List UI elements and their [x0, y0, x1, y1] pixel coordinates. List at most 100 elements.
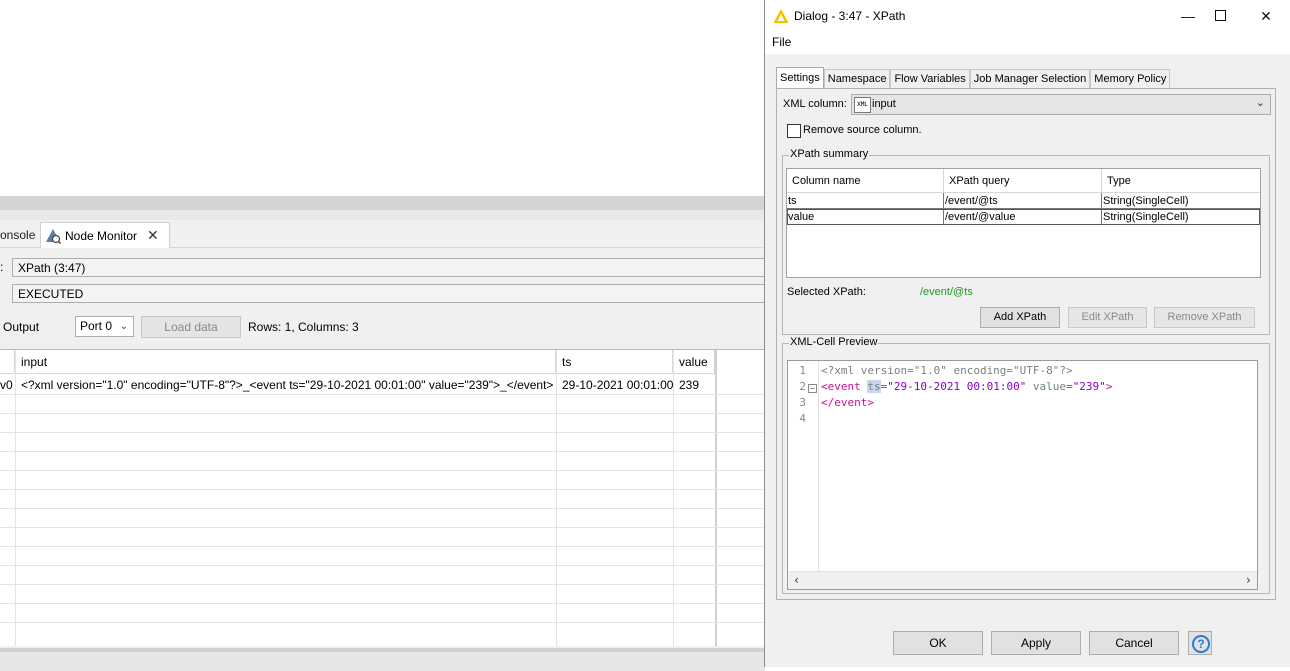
- row-line: [0, 546, 765, 547]
- remove-source-label[interactable]: Remove source column.: [803, 124, 922, 136]
- line-number-gutter: 1 2 − 3 4: [788, 361, 819, 573]
- menu-file[interactable]: File: [772, 35, 791, 49]
- close-icon[interactable]: ✕: [1255, 6, 1277, 26]
- code-line-3: </event>: [821, 396, 874, 409]
- horizontal-scrollbar[interactable]: ‹ ›: [788, 571, 1257, 589]
- code-tag-close: >: [1105, 380, 1113, 393]
- tab-memory-policy[interactable]: Memory Policy: [1090, 69, 1171, 89]
- settings-panel: XML column: XML input ⌄ Remove source co…: [776, 88, 1276, 600]
- chevron-down-icon: ⌄: [1255, 97, 1265, 109]
- xpath-header-type[interactable]: Type: [1102, 169, 1260, 193]
- tab-namespace[interactable]: Namespace: [823, 69, 891, 89]
- xpath-summary-title: XPath summary: [789, 148, 870, 160]
- table-header-ts[interactable]: ts: [556, 350, 673, 374]
- tab-console[interactable]: onsole: [0, 228, 35, 242]
- selected-row-outline: [787, 209, 1260, 225]
- line-number: 4: [799, 412, 806, 425]
- splitter[interactable]: [0, 196, 765, 210]
- code-line-2: <event ts="29-10-2021 00:01:00" value="2…: [821, 379, 1112, 395]
- data-table[interactable]: input ts value v0 <?xml version="1.0" en…: [0, 349, 765, 646]
- node-field-label: :: [0, 260, 4, 274]
- scroll-right-icon[interactable]: ›: [1245, 572, 1252, 589]
- dialog-titlebar[interactable]: Dialog - 3:47 - XPath — ✕: [765, 0, 1290, 32]
- row-line: [0, 413, 765, 414]
- table-header-rowid[interactable]: [0, 350, 15, 374]
- minimize-icon[interactable]: —: [1177, 6, 1199, 26]
- xml-column-label: XML column:: [783, 98, 847, 110]
- line-number: 3: [799, 396, 806, 409]
- xpath-summary-group: XPath summary Column name XPath query Ty…: [782, 148, 1270, 335]
- xpath-cell-name[interactable]: ts: [787, 193, 944, 209]
- table-cell-rowid[interactable]: v0: [0, 376, 15, 394]
- tab-node-monitor-label: Node Monitor: [65, 228, 138, 243]
- selected-xpath-value: /event/@ts: [920, 286, 973, 298]
- scroll-left-icon[interactable]: ‹: [793, 572, 800, 589]
- close-icon[interactable]: ✕: [147, 227, 159, 244]
- line-number: 1: [799, 364, 806, 377]
- row-line: [0, 470, 765, 471]
- tab-job-manager-selection[interactable]: Job Manager Selection: [969, 69, 1091, 89]
- xpath-dialog: Dialog - 3:47 - XPath — ✕ File Settings …: [764, 0, 1290, 667]
- code-val-value: "239": [1072, 380, 1106, 393]
- row-line: [0, 432, 765, 433]
- rows-info: Rows: 1, Columns: 3: [248, 320, 359, 334]
- port-select-value: Port 0: [80, 319, 113, 333]
- table-cell-ts[interactable]: 29-10-2021 00:01:00: [556, 376, 673, 394]
- help-button[interactable]: ?: [1188, 631, 1212, 655]
- tab-flow-variables[interactable]: Flow Variables: [890, 69, 970, 89]
- row-line: [0, 584, 765, 585]
- xpath-summary-table[interactable]: Column name XPath query Type ts /event/@…: [786, 168, 1261, 278]
- xpath-header-query[interactable]: XPath query: [944, 169, 1102, 193]
- load-data-button[interactable]: Load data: [141, 316, 241, 338]
- port-select[interactable]: Port 0 ⌄: [75, 316, 134, 337]
- row-line: [0, 527, 765, 528]
- row-line: [0, 451, 765, 452]
- table-header-input[interactable]: input: [15, 350, 556, 374]
- xpath-cell-type[interactable]: String(SingleCell): [1102, 193, 1260, 209]
- ok-button[interactable]: OK: [893, 631, 983, 655]
- row-line: [0, 565, 765, 566]
- edit-xpath-button[interactable]: Edit XPath: [1068, 307, 1147, 328]
- dialog-tabs: Settings Namespace Flow Variables Job Ma…: [776, 67, 1171, 89]
- dialog-title: Dialog - 3:47 - XPath: [794, 9, 906, 23]
- tab-node-monitor[interactable]: Node Monitor ✕: [40, 222, 170, 248]
- row-line: [0, 622, 765, 623]
- apply-button[interactable]: Apply: [991, 631, 1081, 655]
- remove-xpath-button[interactable]: Remove XPath: [1154, 307, 1255, 328]
- fold-collapse-icon[interactable]: −: [808, 384, 817, 393]
- maximize-icon[interactable]: [1209, 6, 1231, 26]
- row-line: [0, 603, 765, 604]
- tab-settings[interactable]: Settings: [776, 67, 824, 89]
- xml-column-type-icon: XML: [854, 97, 871, 113]
- row-line: [0, 489, 765, 490]
- splitter-shadow: [0, 210, 765, 220]
- output-label: Output: [3, 320, 40, 334]
- line-number: 2: [799, 380, 806, 393]
- cancel-button[interactable]: Cancel: [1089, 631, 1179, 655]
- help-icon: ?: [1192, 635, 1210, 653]
- xml-column-select[interactable]: XML input ⌄: [851, 94, 1271, 115]
- code-eq: =: [1066, 380, 1073, 393]
- xml-column-value: input: [872, 98, 896, 110]
- xml-preview-group: XML-Cell Preview 1 2 − 3 4 <?xml version…: [782, 336, 1270, 594]
- code-attr-value: value: [1026, 380, 1067, 393]
- code-line-1: <?xml version="1.0" encoding="UTF-8"?>: [821, 364, 1073, 377]
- add-xpath-button[interactable]: Add XPath: [980, 307, 1060, 328]
- table-cell-value[interactable]: 239: [673, 376, 716, 394]
- workflow-canvas[interactable]: [0, 0, 765, 196]
- node-monitor-icon: [46, 228, 61, 244]
- xml-preview-editor[interactable]: 1 2 − 3 4 <?xml version="1.0" encoding="…: [787, 360, 1258, 590]
- xpath-header-column-name[interactable]: Column name: [787, 169, 944, 193]
- menubar: File: [765, 32, 1290, 54]
- remove-source-checkbox[interactable]: [787, 124, 801, 138]
- table-cell-input[interactable]: <?xml version="1.0" encoding="UTF-8"?>_<…: [15, 376, 556, 394]
- knime-warning-icon: [773, 9, 789, 23]
- table-header-value[interactable]: value: [673, 350, 716, 374]
- status-field: EXECUTED: [12, 284, 765, 303]
- xml-preview-title: XML-Cell Preview: [789, 336, 879, 348]
- bottom-scroll-area: [0, 648, 765, 671]
- code-tag-open: <event: [821, 380, 868, 393]
- code-val-ts: "29-10-2021 00:01:00": [887, 380, 1027, 393]
- node-field: XPath (3:47): [12, 258, 765, 277]
- xpath-cell-query[interactable]: /event/@ts: [944, 193, 1102, 209]
